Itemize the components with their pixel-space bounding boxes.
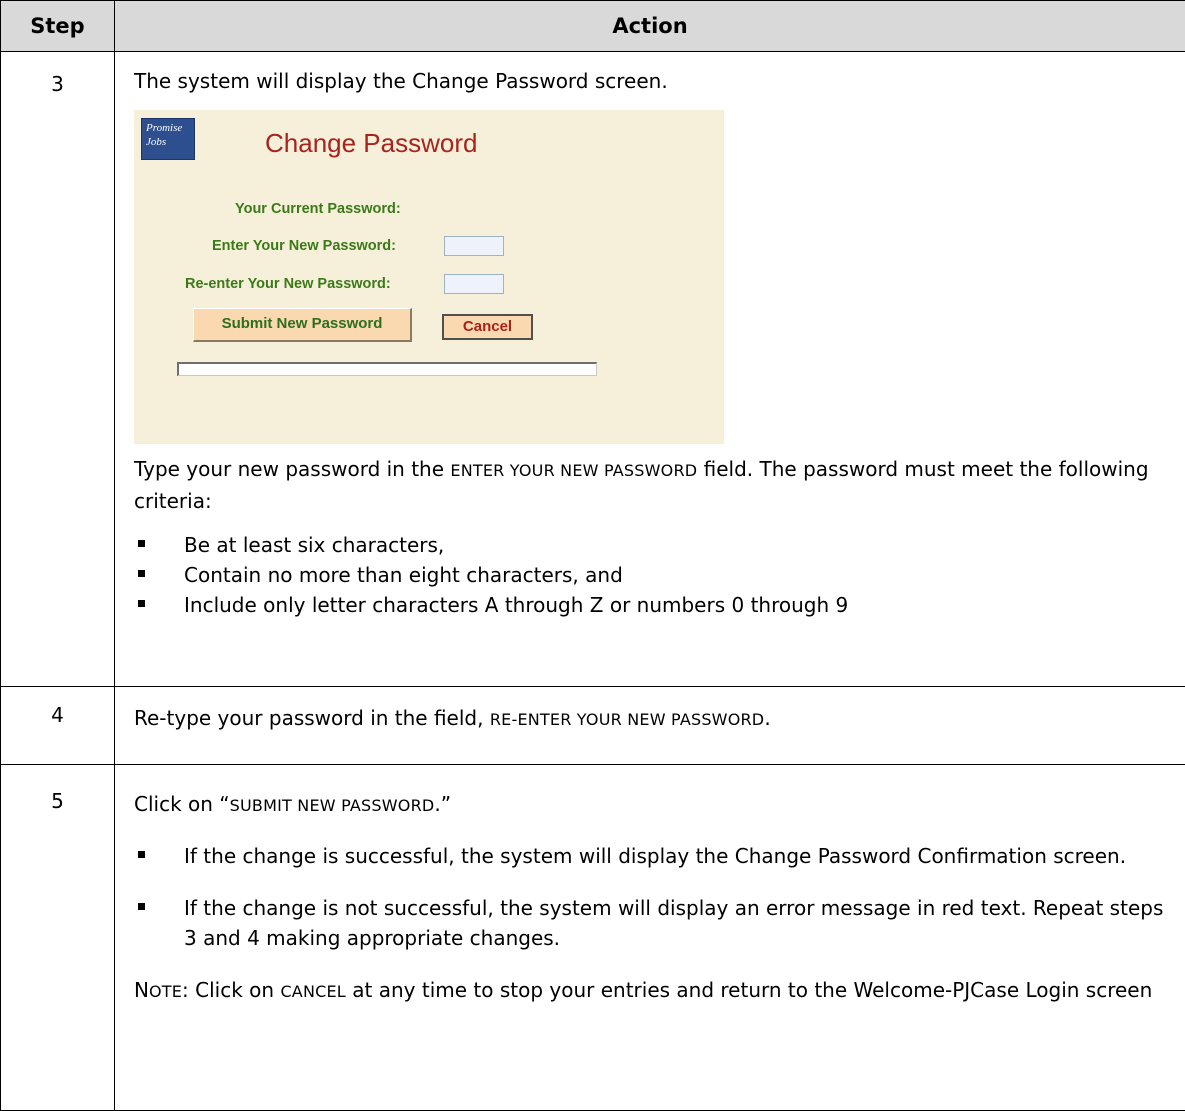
list-item: If the change is not successful, the sys… <box>134 893 1165 953</box>
outcome-list: If the change is successful, the system … <box>134 841 1165 953</box>
list-item: Include only letter characters A through… <box>134 590 1165 620</box>
step-number: 5 <box>1 765 115 1111</box>
instruction-text: Re-type your password in the field, RE-E… <box>134 703 1165 735</box>
steps-table: Step Action 3 The system will display th… <box>0 0 1185 1111</box>
list-item: Be at least six characters, <box>134 530 1165 560</box>
action-cell: The system will display the Change Passw… <box>115 52 1185 687</box>
instruction-text: Type your new password in the ENTER YOUR… <box>134 454 1165 516</box>
current-password-label: Your Current Password: <box>235 200 401 218</box>
step-number: 4 <box>1 687 115 765</box>
header-row: Step Action <box>1 1 1185 52</box>
step-number: 3 <box>1 52 115 687</box>
instruction-text: Click on “SUBMIT NEW PASSWORD.” <box>134 789 1165 821</box>
logo-text-jobs: Jobs <box>146 136 166 148</box>
change-password-screenshot: Promise Jobs Change Password Your Curren… <box>134 110 724 444</box>
logo-text-promise: Promise <box>146 122 182 134</box>
action-cell: Re-type your password in the field, RE-E… <box>115 687 1185 765</box>
cancel-reference: CANCEL <box>280 982 345 1001</box>
submit-new-password-button: Submit New Password <box>193 308 412 342</box>
new-password-label: Enter Your New Password: <box>212 237 396 255</box>
new-password-field <box>444 236 504 256</box>
cancel-button: Cancel <box>442 314 533 340</box>
promise-jobs-logo: Promise Jobs <box>141 118 195 160</box>
button-name: SUBMIT NEW PASSWORD <box>230 796 435 815</box>
message-box <box>177 362 597 376</box>
reenter-password-field <box>444 274 504 294</box>
action-cell: Click on “SUBMIT NEW PASSWORD.” If the c… <box>115 765 1185 1111</box>
screenshot-title: Change Password <box>265 128 477 158</box>
table-row: 5 Click on “SUBMIT NEW PASSWORD.” If the… <box>1 765 1185 1111</box>
field-name: ENTER YOUR NEW PASSWORD <box>450 461 697 480</box>
step-header: Step <box>1 1 115 52</box>
intro-text: The system will display the Change Passw… <box>134 66 1165 96</box>
reenter-password-label: Re-enter Your New Password: <box>185 275 391 293</box>
action-header: Action <box>115 1 1185 52</box>
table-row: 4 Re-type your password in the field, RE… <box>1 687 1185 765</box>
criteria-list: Be at least six characters, Contain no m… <box>134 530 1165 620</box>
field-name: RE-ENTER YOUR NEW PASSWORD <box>490 710 765 729</box>
note-text: NOTE: Click on CANCEL at any time to sto… <box>134 975 1165 1007</box>
list-item: If the change is successful, the system … <box>134 841 1165 871</box>
table-row: 3 The system will display the Change Pas… <box>1 52 1185 687</box>
list-item: Contain no more than eight characters, a… <box>134 560 1165 590</box>
